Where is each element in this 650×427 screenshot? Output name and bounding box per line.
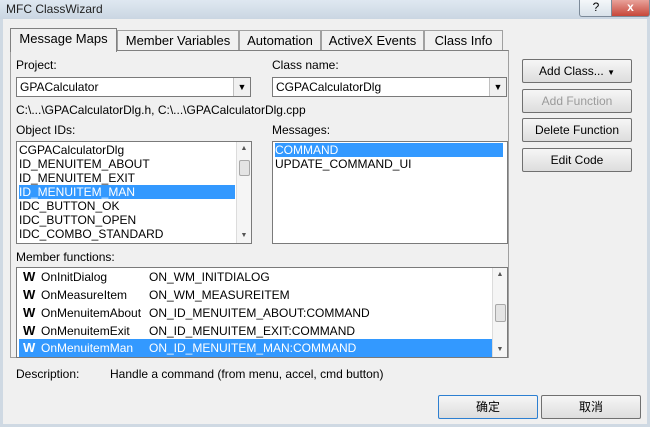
list-item[interactable]: ID_MENUITEM_EXIT [19,171,135,185]
wizard-w-icon: W [23,305,36,320]
class-name-value: CGPACalculatorDlg [276,80,382,94]
message-map-entry: ON_WM_MEASUREITEM [149,288,290,302]
scroll-down-icon[interactable]: ▼ [237,229,251,243]
tab-automation[interactable]: Automation [239,30,321,51]
close-icon: x [627,0,634,14]
object-ids-scrollbar[interactable]: ▲ ▼ [236,142,251,243]
list-item[interactable]: IDC_BUTTON_OK [19,199,119,213]
list-item[interactable]: IDC_BUTTON_OPEN [19,213,136,227]
list-item-selected[interactable]: ID_MENUITEM_MAN [19,185,235,199]
cancel-button[interactable]: 取消 [541,395,641,419]
scroll-up-icon[interactable]: ▲ [493,268,507,282]
file-path: C:\...\GPACalculatorDlg.h, C:\...\GPACal… [16,103,306,117]
description-label: Description: [16,367,80,381]
list-item[interactable]: UPDATE_COMMAND_UI [275,157,411,171]
list-item-selected[interactable]: COMMAND [275,143,503,157]
chevron-down-icon[interactable]: ▼ [489,78,506,96]
project-label: Project: [16,58,57,72]
object-ids-list[interactable]: CGPACalculatorDlg ID_MENUITEM_ABOUT ID_M… [16,141,252,244]
message-map-entry: ON_ID_MENUITEM_EXIT:COMMAND [149,324,356,338]
table-row-selected[interactable]: W OnMenuitemMan ON_ID_MENUITEM_MAN:COMMA… [19,339,499,357]
table-row[interactable]: W OnMenuitemExit ON_ID_MENUITEM_EXIT:COM… [19,322,499,340]
dropdown-arrow-icon: ▼ [607,68,615,77]
function-name: OnMeasureItem [41,288,128,302]
add-function-button[interactable]: Add Function [522,89,632,113]
scroll-up-icon[interactable]: ▲ [237,142,251,156]
scroll-thumb[interactable] [495,304,506,322]
ok-button[interactable]: 确定 [438,395,538,419]
function-name: OnMenuitemExit [41,324,130,338]
function-name: OnInitDialog [41,270,108,284]
wizard-w-icon: W [23,340,36,355]
close-button[interactable]: x [611,0,650,17]
window-title: MFC ClassWizard [6,2,103,16]
message-map-entry: ON_ID_MENUITEM_MAN:COMMAND [149,341,357,355]
function-name: OnMenuitemAbout [41,306,142,320]
description-text: Handle a command (from menu, accel, cmd … [110,367,384,381]
class-name-label: Class name: [272,58,339,72]
tab-message-maps[interactable]: Message Maps [10,28,117,52]
member-functions-label: Member functions: [16,250,115,264]
wizard-w-icon: W [23,269,36,284]
project-combo[interactable]: GPACalculator ▼ [16,77,251,97]
list-item[interactable]: ID_MENUITEM_ABOUT [19,157,150,171]
list-item[interactable]: CGPACalculatorDlg [19,143,124,157]
tab-activex-events[interactable]: ActiveX Events [321,30,424,51]
function-name: OnMenuitemMan [41,341,134,355]
table-row[interactable]: W OnInitDialog ON_WM_INITDIALOG [19,268,499,286]
class-name-combo[interactable]: CGPACalculatorDlg ▼ [272,77,507,97]
edit-code-button[interactable]: Edit Code [522,148,632,172]
member-functions-list[interactable]: W OnInitDialog ON_WM_INITDIALOG W OnMeas… [16,267,508,358]
add-class-button[interactable]: Add Class... ▼ [522,59,632,83]
member-functions-scrollbar[interactable]: ▲ ▼ [492,268,507,357]
message-map-entry: ON_ID_MENUITEM_ABOUT:COMMAND [149,306,370,320]
scroll-down-icon[interactable]: ▼ [493,343,507,357]
chevron-down-icon[interactable]: ▼ [233,78,250,96]
messages-list[interactable]: COMMAND UPDATE_COMMAND_UI [272,141,508,244]
help-button[interactable]: ? [579,0,613,17]
message-map-entry: ON_WM_INITDIALOG [149,270,270,284]
table-row[interactable]: W OnMenuitemAbout ON_ID_MENUITEM_ABOUT:C… [19,304,499,322]
table-row[interactable]: W OnMeasureItem ON_WM_MEASUREITEM [19,286,499,304]
delete-function-button[interactable]: Delete Function [522,118,632,142]
tab-member-variables[interactable]: Member Variables [117,30,239,51]
object-ids-label: Object IDs: [16,123,76,137]
title-bar: MFC ClassWizard ? x [0,0,650,19]
scroll-thumb[interactable] [239,160,250,176]
help-icon: ? [592,0,600,14]
project-value: GPACalculator [20,80,99,94]
wizard-w-icon: W [23,323,36,338]
list-item[interactable]: IDC_COMBO_STANDARD [19,227,163,241]
tab-class-info[interactable]: Class Info [424,30,503,51]
messages-label: Messages: [272,123,331,137]
wizard-w-icon: W [23,287,36,302]
